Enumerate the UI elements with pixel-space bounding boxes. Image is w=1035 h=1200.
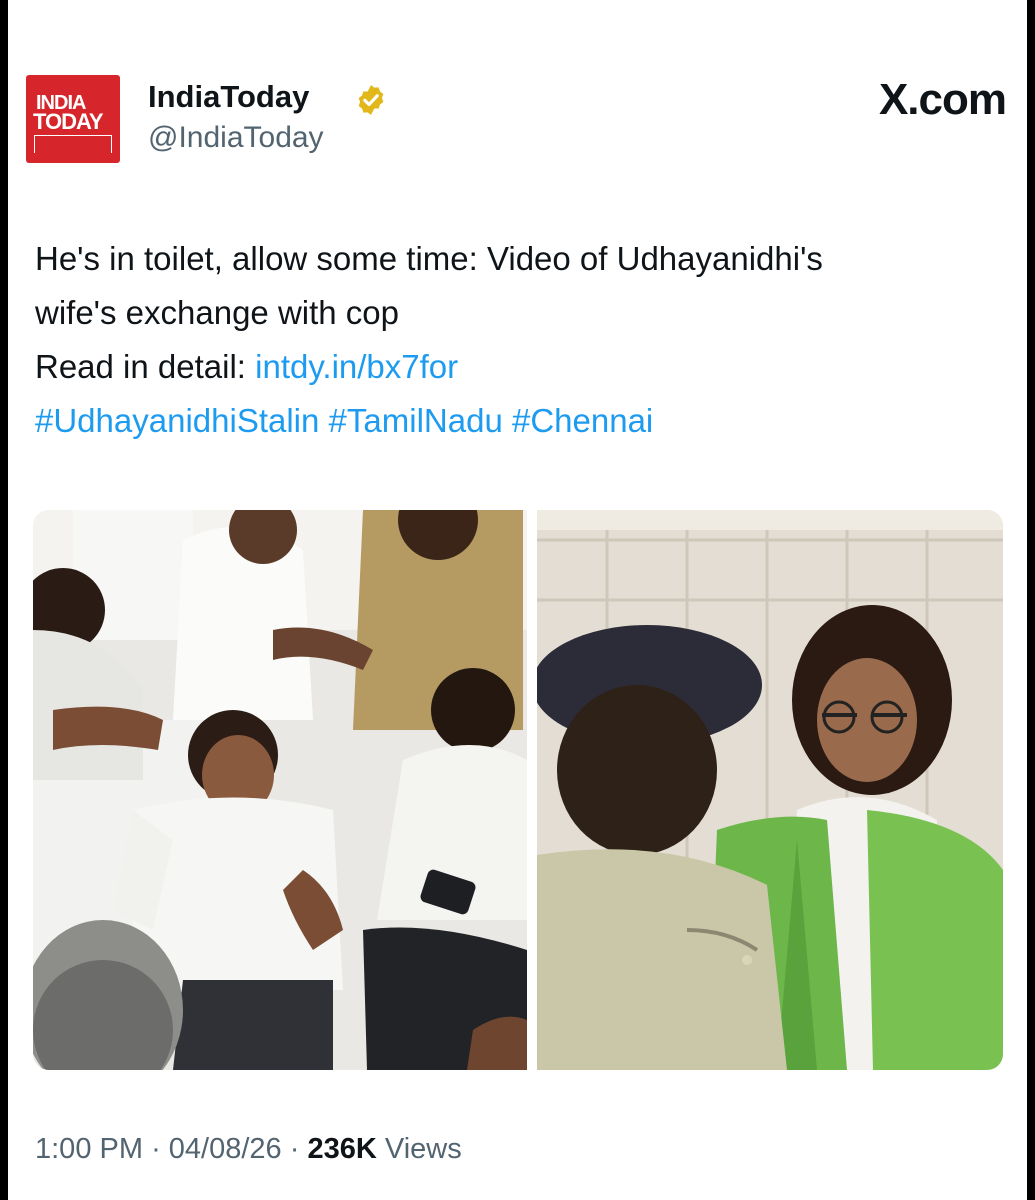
hashtag[interactable]: #UdhayanidhiStalin [35,402,319,439]
woman-with-cop-photo[interactable] [537,510,1003,1070]
logo-text-line2: TODAY [33,109,104,134]
tweet-date[interactable]: 04/08/26 [169,1133,282,1165]
verified-badge-icon [358,85,384,115]
author-handle[interactable]: @IndiaToday [148,121,324,155]
read-more-line: Read in detail: intdy.in/bx7for [35,340,1015,394]
tweet-header: INDIA TODAY IndiaToday @IndiaToday X.com [26,75,1007,165]
author-avatar[interactable]: INDIA TODAY [26,75,120,163]
article-link[interactable]: intdy.in/bx7for [255,348,458,385]
hashtags-line: #UdhayanidhiStalin #TamilNadu #Chennai [35,394,1015,448]
tweet-time[interactable]: 1:00 PM [35,1133,143,1165]
tweet-meta: 1:00 PM · 04/08/26 · 236K Views [35,1133,462,1166]
group-photo[interactable] [33,510,527,1070]
media-grid [33,510,1003,1070]
views-count: 236K [307,1133,377,1165]
read-label: Read in detail: [35,348,256,385]
author-display-name[interactable]: IndiaToday [148,79,309,115]
views-label: Views [384,1133,462,1165]
source-label: X.com [878,75,1007,124]
meta-separator: · [289,1133,300,1165]
headline-line2: wife's exchange with cop [35,294,399,331]
logo-tick-right [111,135,112,153]
tweet-text: He's in toilet, allow some time: Video o… [35,232,1015,448]
logo-tick-left [34,135,35,153]
headline-line1: He's in toilet, allow some time: Video o… [35,240,823,277]
hashtag[interactable]: #TamilNadu [329,402,503,439]
hashtag[interactable]: #Chennai [512,402,653,439]
tweet-card: INDIA TODAY IndiaToday @IndiaToday X.com… [8,0,1027,1200]
logo-underline [34,135,112,136]
meta-separator: · [151,1133,161,1165]
